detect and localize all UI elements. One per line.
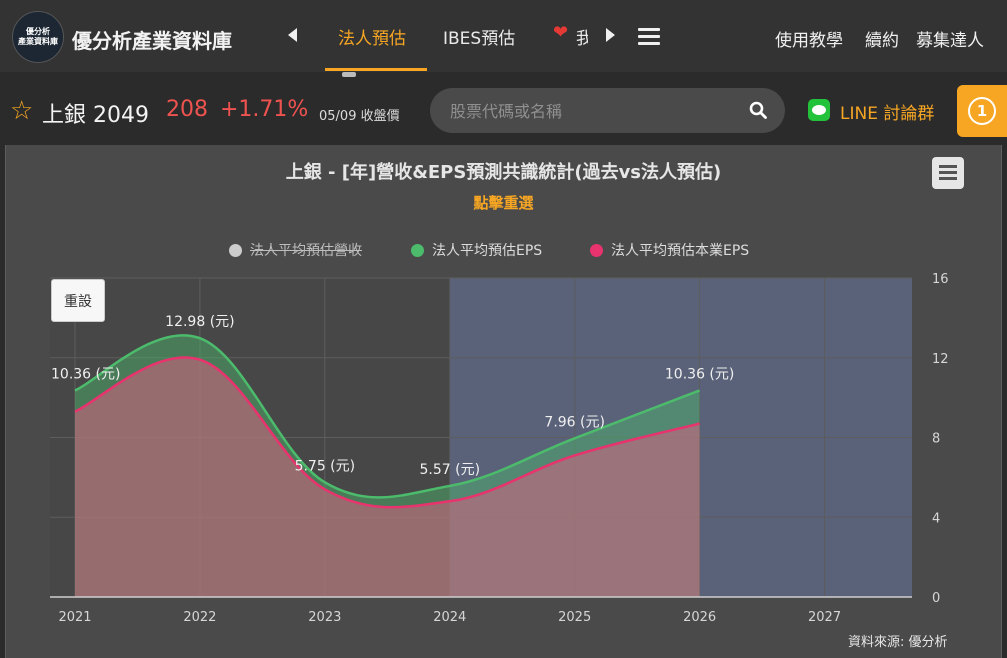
reset-zoom-button[interactable]: 重設 [51, 279, 105, 322]
data-source: 資料來源: 優分析 [848, 635, 948, 650]
legend-item-revenue[interactable]: 法人平均預估營收 [229, 240, 362, 260]
top-nav: 優分析 產業資料庫 優分析產業資料庫 法人預估 IBES預估 ❤ 我 使用教學 … [0, 0, 1007, 72]
chart-panel [5, 145, 1002, 658]
search-icon[interactable] [749, 101, 767, 119]
collect-master-link[interactable]: 募集達人 [916, 26, 984, 51]
tab-scroll-handle[interactable] [342, 72, 356, 77]
chart-menu-button[interactable] [932, 157, 964, 189]
legend-marker [229, 243, 242, 257]
stock-change: +1.71% [220, 97, 309, 122]
site-title[interactable]: 優分析產業資料庫 [72, 25, 232, 54]
stock-name: 上銀 2049 [42, 103, 149, 128]
tutorial-link[interactable]: 使用教學 [775, 26, 843, 51]
heart-icon[interactable]: ❤ [553, 22, 568, 43]
site-logo[interactable]: 優分析 產業資料庫 [12, 11, 64, 63]
stock-price: 208 [166, 97, 208, 122]
logo-line1: 優分析 [26, 27, 50, 36]
legend-item-core-eps[interactable]: 法人平均預估本業EPS [590, 240, 749, 260]
line-group-link[interactable]: LINE 討論群 [840, 99, 934, 124]
search-input[interactable] [448, 97, 732, 125]
legend-marker [590, 243, 603, 257]
tab-favorites-partial[interactable]: 我 [576, 24, 588, 49]
chevron-right-icon[interactable] [606, 28, 615, 42]
chevron-left-icon[interactable] [288, 28, 297, 42]
hamburger-menu-icon[interactable] [638, 28, 660, 49]
search-box [430, 88, 785, 133]
close-date: 05/09 收盤價 [319, 109, 400, 124]
legend-label: 法人平均預估營收 [250, 243, 362, 259]
chart-title: 上銀 - [年]營收&EPS預測共識統計(過去vs法人預估) [285, 162, 722, 183]
favorite-star-icon[interactable]: ☆ [10, 96, 33, 126]
legend-label: 法人平均預估本業EPS [611, 243, 750, 259]
active-tab-indicator [325, 68, 427, 71]
tab-institutional-forecast[interactable]: 法人預估 [338, 24, 406, 49]
logo-line2: 產業資料庫 [18, 37, 58, 46]
legend-marker [411, 243, 424, 257]
legend-label: 法人平均預估EPS [432, 243, 543, 259]
renew-link[interactable]: 續約 [865, 26, 899, 51]
notification-count: 1 [968, 97, 996, 125]
chart-reselect-link[interactable]: 點擊重選 [0, 192, 1007, 213]
legend-item-eps[interactable]: 法人平均預估EPS [411, 240, 542, 260]
notification-badge[interactable]: 1 [957, 85, 1007, 137]
line-app-icon[interactable] [808, 99, 830, 121]
tab-ibes-forecast[interactable]: IBES預估 [443, 24, 515, 49]
